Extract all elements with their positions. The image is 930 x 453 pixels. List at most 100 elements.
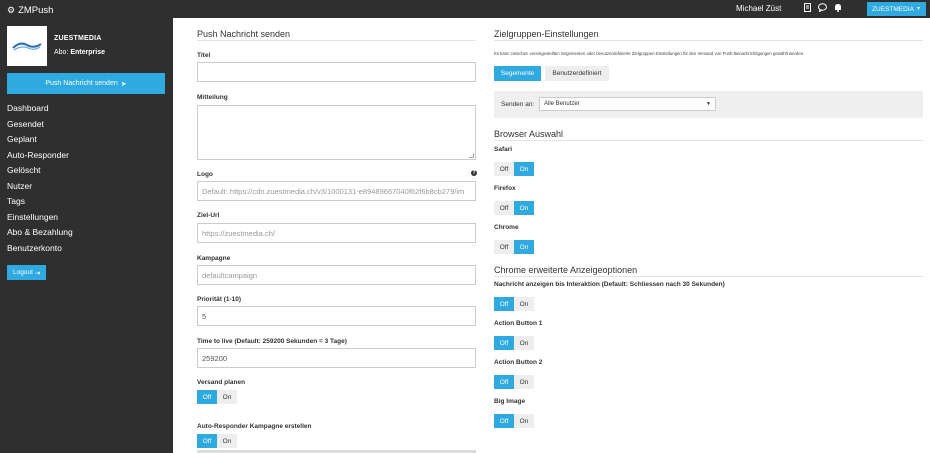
push-send-label: Push Nachricht senden xyxy=(45,80,118,87)
company-logo xyxy=(7,26,47,66)
big-image-off-button[interactable]: Off xyxy=(494,414,514,428)
sidebar-item-auto-responder[interactable]: Auto-Responder xyxy=(7,150,73,166)
zielurl-input[interactable]: https://zuestmedia.ch/ xyxy=(197,223,476,243)
gear-icon: ⚙ xyxy=(7,5,16,15)
logout-button[interactable]: Logout ⇥ xyxy=(7,265,47,280)
prioritaet-label: Priorität (1-10) xyxy=(197,296,242,303)
sidebar-item-einstellungen[interactable]: Einstellungen xyxy=(7,212,73,228)
firefox-on-button[interactable]: On xyxy=(514,201,534,215)
sidebar-item-gesendet[interactable]: Gesendet xyxy=(7,119,73,135)
action1-on-button[interactable]: On xyxy=(514,336,534,350)
mitteilung-textarea[interactable] xyxy=(197,105,476,160)
ttl-input[interactable]: 259200 xyxy=(197,348,476,368)
chat-icon[interactable] xyxy=(818,3,827,14)
divider xyxy=(494,40,923,41)
titel-input[interactable] xyxy=(197,62,476,82)
interaction-label: Nachricht anzeigen bis Interaktion (Defa… xyxy=(494,281,725,288)
logout-label: Logout xyxy=(13,269,33,276)
bell-icon[interactable] xyxy=(834,3,842,14)
account-dropdown[interactable]: ZUESTMEDIA ▼ xyxy=(867,2,926,16)
big-image-label: Big Image xyxy=(494,398,526,405)
autoresponder-off-button[interactable]: Off xyxy=(197,434,217,448)
sidebar-item-dashboard[interactable]: Dashboard xyxy=(7,103,73,119)
chrome-options-title: Chrome erweiterte Anzeigeoptionen xyxy=(494,265,638,275)
sidebar-item-tags[interactable]: Tags xyxy=(7,196,73,212)
logo-label: Logo xyxy=(197,171,213,178)
senden-select[interactable]: Alle Benutzer ▼ xyxy=(539,97,716,111)
help-icon[interactable]: ? xyxy=(471,170,477,176)
logout-icon: ⇥ xyxy=(34,269,41,277)
senden-label: Senden an: xyxy=(501,101,535,108)
logo-input[interactable]: Default: https://cdn.zuestmedia.ch/v3/10… xyxy=(197,181,476,201)
divider xyxy=(197,40,476,41)
senden-panel: Senden an: Alle Benutzer ▼ xyxy=(494,91,923,118)
firefox-toggle: Off On xyxy=(494,201,534,215)
kampagne-input[interactable]: defaultcampaign xyxy=(197,265,476,285)
action2-on-button[interactable]: On xyxy=(514,375,534,389)
abo-plan: Enterprise xyxy=(70,49,105,56)
interaction-on-button[interactable]: On xyxy=(514,297,534,311)
autoresponder-label: Auto-Responder Kampagne erstellen xyxy=(197,423,312,430)
divider xyxy=(494,140,923,141)
send-icon: ➤ xyxy=(120,80,127,88)
safari-off-button[interactable]: Off xyxy=(494,162,514,176)
divider xyxy=(494,276,923,277)
sidebar: ⚙ ZMPush ZUESTMEDIA Abo: Enterprise Push… xyxy=(0,0,173,453)
action2-label: Action Button 2 xyxy=(494,359,543,366)
target-info: Es kann zwischen voreingestellten Segeme… xyxy=(494,51,805,56)
brand-name: ZMPush xyxy=(18,5,54,16)
caret-down-icon: ▼ xyxy=(915,6,921,12)
user-name[interactable]: Michael Züst xyxy=(736,4,781,13)
document-icon[interactable] xyxy=(804,3,811,14)
sidebar-item-benutzerkonto[interactable]: Benutzerkonto xyxy=(7,243,73,259)
action1-toggle: Off On xyxy=(494,336,534,350)
chrome-toggle: Off On xyxy=(494,240,534,254)
versand-toggle: Off On xyxy=(197,390,237,404)
titel-label: Titel xyxy=(197,52,211,59)
big-image-on-button[interactable]: On xyxy=(514,414,534,428)
brand[interactable]: ⚙ ZMPush xyxy=(0,0,173,21)
chrome-label: Chrome xyxy=(494,224,519,231)
profile: ZUESTMEDIA Abo: Enterprise xyxy=(7,26,166,66)
segments-button[interactable]: Segemente xyxy=(494,66,541,81)
prioritaet-input[interactable]: 5 xyxy=(197,306,476,326)
action2-off-button[interactable]: Off xyxy=(494,375,514,389)
sidebar-item-geloescht[interactable]: Gelöscht xyxy=(7,165,73,181)
account-label: ZUESTMEDIA xyxy=(872,5,914,13)
autoresponder-on-button[interactable]: On xyxy=(217,434,237,448)
push-send-button[interactable]: Push Nachricht senden ➤ xyxy=(7,73,165,94)
big-image-toggle: Off On xyxy=(494,414,534,428)
sidebar-item-geplant[interactable]: Geplant xyxy=(7,134,73,150)
sidebar-nav: Dashboard Gesendet Geplant Auto-Responde… xyxy=(7,103,73,258)
sidebar-item-nutzer[interactable]: Nutzer xyxy=(7,181,73,197)
resize-handle[interactable] xyxy=(469,153,474,158)
versand-off-button[interactable]: Off xyxy=(197,390,217,404)
subscription-plan: Abo: Enterprise xyxy=(54,49,105,56)
versand-on-button[interactable]: On xyxy=(217,390,237,404)
target-title: Zielgruppen-Einstellungen xyxy=(494,29,599,39)
interaction-off-button[interactable]: Off xyxy=(494,297,514,311)
company-name: ZUESTMEDIA xyxy=(54,35,102,42)
chrome-on-button[interactable]: On xyxy=(514,240,534,254)
safari-toggle: Off On xyxy=(494,162,534,176)
senden-value: Alle Benutzer xyxy=(544,101,580,107)
zielurl-label: Ziel-Url xyxy=(197,212,220,219)
ttl-label: Time to live (Default: 259200 Sekunden =… xyxy=(197,338,347,345)
safari-label: Safari xyxy=(494,146,513,153)
custom-button[interactable]: Benutzerdefiniert xyxy=(545,66,609,81)
form-title: Push Nachricht senden xyxy=(197,29,291,39)
interaction-toggle: Off On xyxy=(494,297,534,311)
safari-on-button[interactable]: On xyxy=(514,162,534,176)
sidebar-item-abo-bezahlung[interactable]: Abo & Bezahlung xyxy=(7,227,73,243)
kampagne-label: Kampagne xyxy=(197,255,231,262)
firefox-label: Firefox xyxy=(494,185,516,192)
versand-label: Versand planen xyxy=(197,379,246,386)
chrome-off-button[interactable]: Off xyxy=(494,240,514,254)
action1-off-button[interactable]: Off xyxy=(494,336,514,350)
abo-prefix: Abo: xyxy=(54,49,69,56)
action2-toggle: Off On xyxy=(494,375,534,389)
caret-down-icon: ▼ xyxy=(706,101,711,107)
autoresponder-toggle: Off On xyxy=(197,434,237,448)
action1-label: Action Button 1 xyxy=(494,320,543,327)
firefox-off-button[interactable]: Off xyxy=(494,201,514,215)
